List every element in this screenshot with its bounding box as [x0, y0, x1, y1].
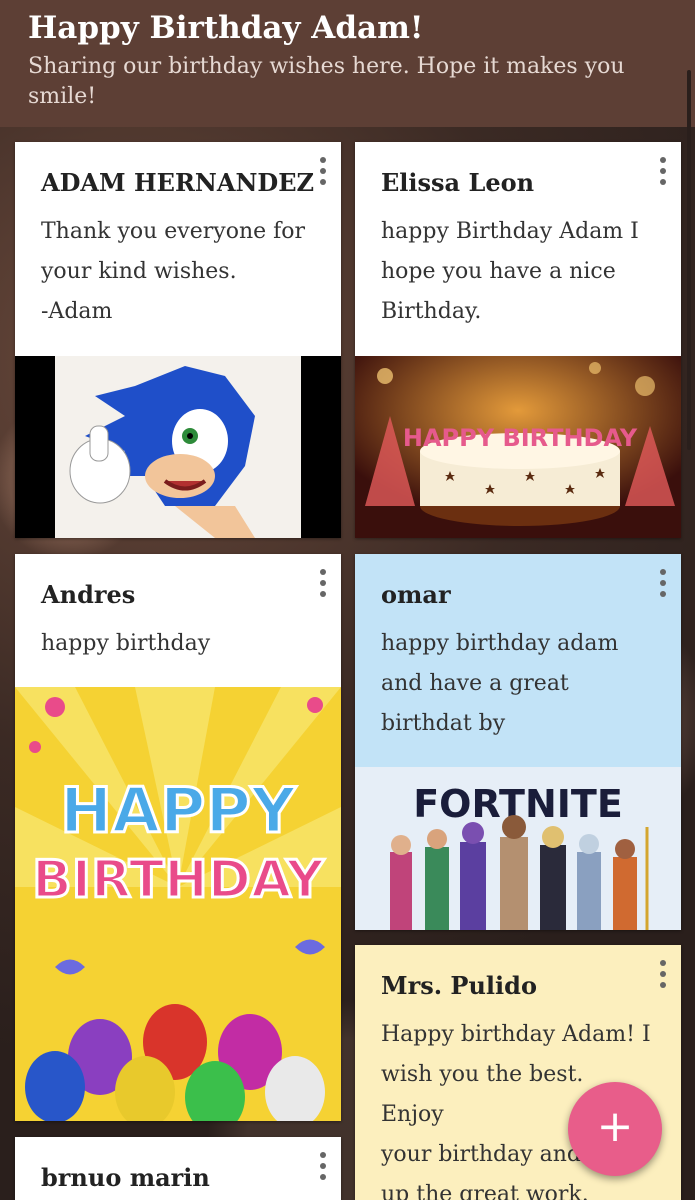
post-message: happy birthday [41, 631, 211, 656]
padlet-header: Happy Birthday Adam! Sharing our birthda… [0, 0, 695, 127]
post-message: happy birthday adam and have a great bir… [381, 631, 619, 736]
more-options-icon[interactable] [653, 957, 673, 991]
post-author: brnuo marin [41, 1163, 210, 1192]
page-subtitle: Sharing our birthday wishes here. Hope i… [28, 54, 625, 109]
more-options-icon[interactable] [313, 154, 333, 188]
more-options-icon[interactable] [313, 566, 333, 600]
scrollbar[interactable] [687, 70, 691, 450]
post-card-brnuo[interactable]: brnuo marin [15, 1137, 341, 1200]
add-post-button[interactable]: + [568, 1082, 662, 1176]
post-image-fortnite[interactable]: FORTNITE [355, 767, 681, 930]
post-author: Andres [41, 580, 136, 609]
post-image-sonic[interactable] [15, 356, 341, 538]
image-text-happy: HAPPY [60, 774, 297, 847]
cake-topper-text: HAPPY BIRTHDAY [403, 424, 638, 452]
post-card-omar[interactable]: omar happy birthday adam and have a grea… [355, 554, 681, 930]
image-text-birthday: BIRTHDAY [32, 850, 325, 910]
post-card-adam[interactable]: ADAM HERNANDEZ Thank you everyone for yo… [15, 142, 341, 538]
post-message: happy Birthday Adam I hope you have a ni… [381, 219, 639, 324]
post-author: Elissa Leon [381, 168, 535, 197]
post-image-balloons[interactable]: HAPPY BIRTHDAY [15, 687, 341, 1121]
post-message: Thank you everyone for your kind wishes.… [41, 219, 306, 324]
post-author: Mrs. Pulido [381, 971, 537, 1000]
post-card-andres[interactable]: Andres happy birthday HAPPY BIRTHDAY [15, 554, 341, 1121]
plus-icon: + [596, 1101, 634, 1152]
more-options-icon[interactable] [313, 1149, 333, 1183]
post-card-elissa[interactable]: Elissa Leon happy Birthday Adam I hope y… [355, 142, 681, 538]
more-options-icon[interactable] [653, 154, 673, 188]
more-options-icon[interactable] [653, 566, 673, 600]
page-title: Happy Birthday Adam! [28, 10, 424, 46]
post-author: ADAM HERNANDEZ [41, 168, 315, 197]
post-author: omar [381, 580, 451, 609]
post-image-cake[interactable]: HAPPY BIRTHDAY [355, 356, 681, 538]
